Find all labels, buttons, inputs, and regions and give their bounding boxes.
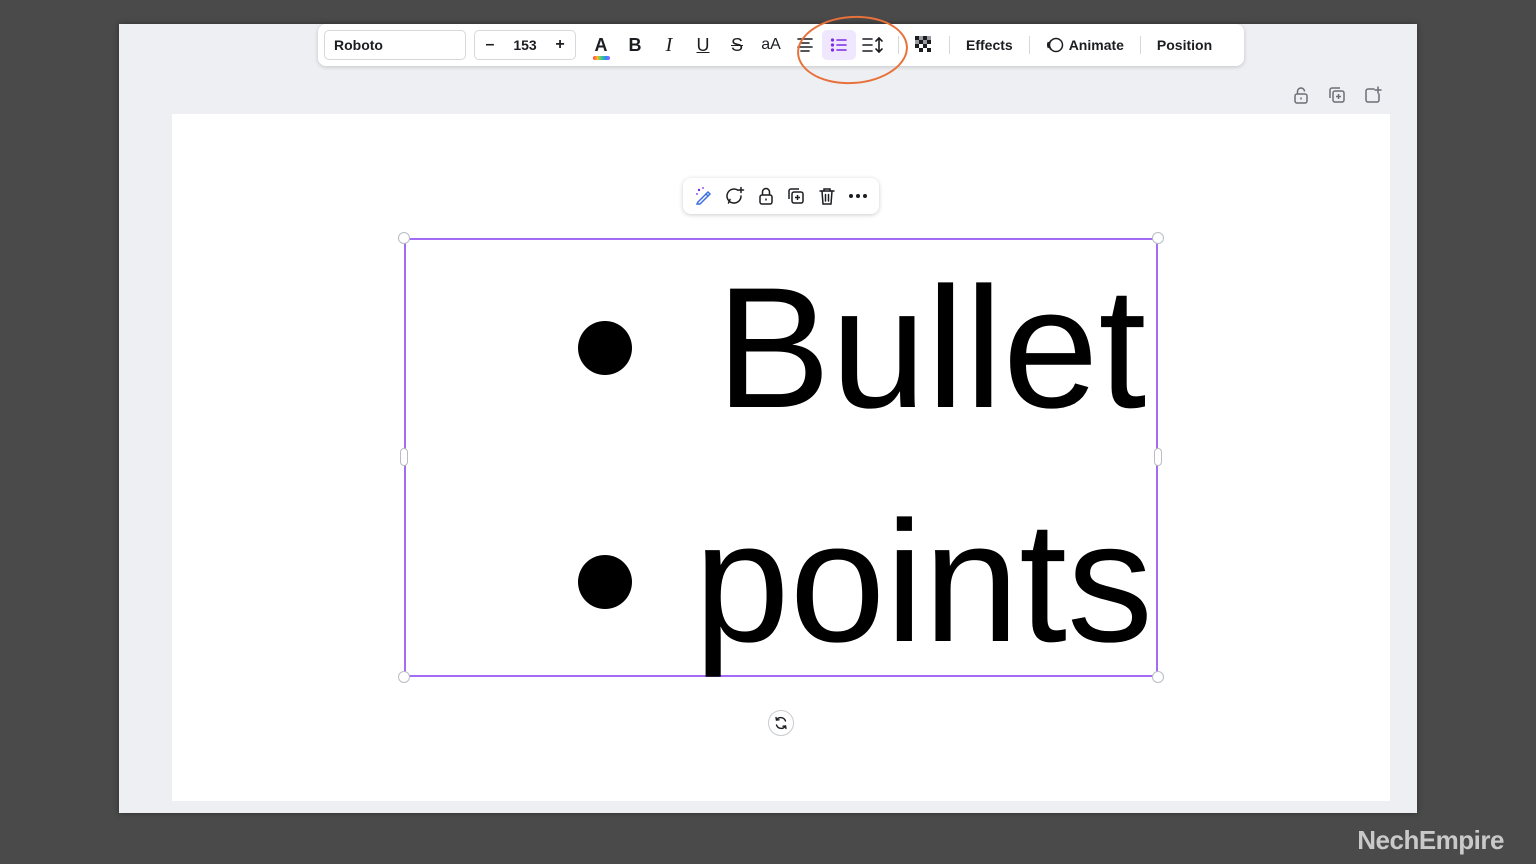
lock-element-button[interactable]: [753, 183, 779, 209]
position-button[interactable]: Position: [1149, 30, 1220, 60]
text-color-button[interactable]: A: [584, 30, 618, 60]
delete-element-button[interactable]: [814, 183, 840, 209]
strikethrough-button[interactable]: S: [720, 30, 754, 60]
increase-size-button[interactable]: +: [553, 36, 567, 54]
duplicate-element-button[interactable]: [783, 183, 809, 209]
align-center-button[interactable]: [788, 30, 822, 60]
toolbar-divider: [898, 36, 899, 54]
animate-icon: [1046, 37, 1063, 53]
resize-handle-bottom-right[interactable]: [1152, 671, 1164, 683]
transparency-icon: [915, 36, 931, 52]
watermark-logo: NechEmpire: [1357, 825, 1504, 855]
trash-icon: [819, 188, 835, 205]
italic-button[interactable]: I: [652, 30, 686, 60]
more-dots-icon: [848, 194, 867, 198]
bullet-text: points: [694, 486, 1153, 678]
resize-handle-top-left[interactable]: [398, 232, 410, 244]
resize-handle-bottom-left[interactable]: [398, 671, 410, 683]
decrease-size-button[interactable]: –: [483, 36, 497, 54]
transparency-button[interactable]: [907, 30, 941, 60]
more-options-button[interactable]: [845, 183, 871, 209]
duplicate-page-button[interactable]: [1326, 84, 1348, 106]
duplicate-icon: [788, 188, 805, 204]
duplicate-icon: [1329, 87, 1345, 103]
font-size-stepper: – 153 +: [474, 30, 576, 60]
comment-button[interactable]: [722, 183, 748, 209]
underline-button[interactable]: U: [686, 30, 720, 60]
resize-handle-top-right[interactable]: [1152, 232, 1164, 244]
font-size-value[interactable]: 153: [513, 37, 536, 53]
animate-label: Animate: [1068, 37, 1124, 53]
magic-edit-button[interactable]: [691, 183, 717, 209]
magic-pen-icon: [696, 187, 712, 205]
effects-button[interactable]: Effects: [958, 30, 1021, 60]
lock-icon: [758, 187, 773, 205]
page-actions: [1290, 84, 1384, 106]
toolbar-divider: [1028, 36, 1030, 54]
bullet-list-button[interactable]: [822, 30, 856, 60]
bullet-dot: [578, 321, 632, 375]
font-family-select[interactable]: Roboto: [324, 30, 466, 60]
bullet-item[interactable]: Bullet: [578, 258, 1146, 438]
add-page-button[interactable]: [1362, 84, 1384, 106]
align-center-icon: [797, 38, 813, 52]
resize-handle-left[interactable]: [400, 448, 408, 466]
lock-icon: [1294, 87, 1308, 104]
bold-button[interactable]: B: [618, 30, 652, 60]
element-context-menu: [683, 178, 879, 214]
resize-handle-right[interactable]: [1154, 448, 1162, 466]
text-toolbar: Roboto – 153 + A B I U S aA Effects Anim…: [318, 24, 1244, 66]
rotate-icon: [775, 716, 787, 730]
bullet-list-icon: [830, 38, 847, 52]
line-spacing-button[interactable]: [856, 30, 890, 60]
comment-add-icon: [726, 186, 745, 204]
animate-button[interactable]: Animate: [1038, 30, 1132, 60]
text-color-icon: A: [592, 36, 610, 60]
toolbar-divider: [1139, 36, 1141, 54]
rotate-handle[interactable]: [768, 710, 794, 736]
add-page-icon: [1365, 86, 1382, 103]
bullet-dot: [578, 555, 632, 609]
bullet-item[interactable]: points: [578, 492, 1153, 672]
toolbar-divider: [949, 36, 950, 54]
bullet-text: Bullet: [716, 252, 1147, 444]
letter-case-button[interactable]: aA: [754, 30, 788, 60]
line-spacing-icon: [862, 36, 883, 54]
lock-page-button[interactable]: [1290, 84, 1312, 106]
